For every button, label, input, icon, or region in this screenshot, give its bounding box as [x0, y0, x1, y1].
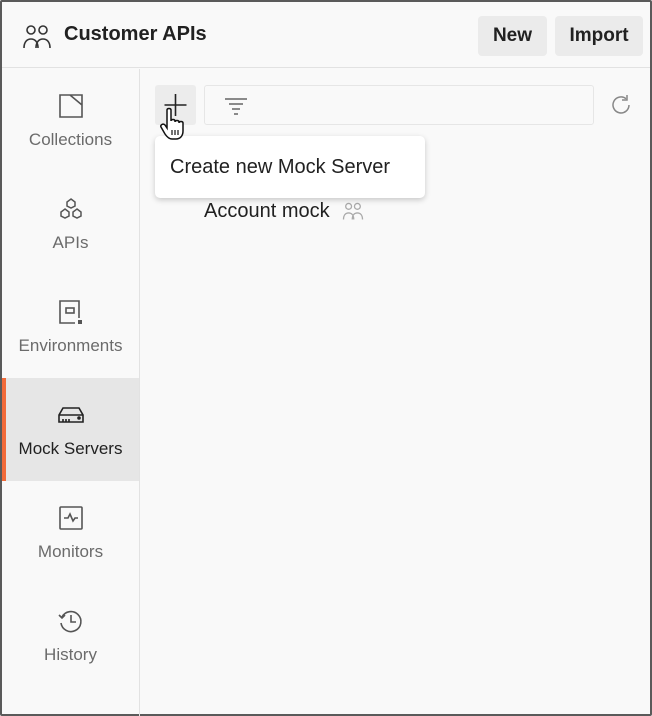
sidebar-item-label: Mock Servers	[18, 438, 123, 458]
sidebar: Collections APIs Environments Mock Serve…	[2, 69, 140, 716]
environments-icon	[58, 299, 82, 324]
team-icon	[342, 202, 363, 220]
hand-cursor-icon	[160, 107, 184, 140]
refresh-icon[interactable]	[609, 93, 633, 117]
sidebar-item-label: History	[44, 644, 97, 664]
sidebar-item-label: Collections	[28, 129, 113, 149]
header: Customer APIs New Import	[2, 2, 650, 68]
mock-servers-panel: Account mock Create new Mock Server	[141, 69, 650, 716]
workspace-title: Customer APIs	[64, 23, 207, 45]
tooltip-text: Create new Mock Server	[170, 155, 391, 178]
monitors-icon	[58, 505, 83, 530]
sidebar-item-history[interactable]: History	[2, 584, 139, 687]
sidebar-item-collections[interactable]: Collections	[2, 69, 139, 172]
app-window: Customer APIs New Import Collections API…	[0, 0, 652, 716]
mock-servers-icon	[57, 406, 84, 423]
sidebar-item-label: Monitors	[37, 541, 104, 561]
sidebar-item-monitors[interactable]: Monitors	[2, 481, 139, 584]
history-icon	[57, 610, 82, 632]
workspace-team-icon	[23, 25, 51, 49]
sidebar-item-environments[interactable]: Environments	[2, 275, 139, 378]
filter-icon	[225, 98, 247, 115]
filter-input[interactable]	[204, 85, 594, 125]
sidebar-item-mock-servers[interactable]: Mock Servers	[2, 378, 139, 481]
mock-server-name: Account mock	[204, 200, 330, 222]
sidebar-item-apis[interactable]: APIs	[2, 172, 139, 275]
tooltip: Create new Mock Server	[155, 136, 425, 198]
new-button[interactable]: New	[478, 16, 547, 56]
sidebar-item-label: Environments	[18, 335, 123, 355]
collections-icon	[58, 93, 83, 118]
apis-icon	[59, 197, 82, 219]
sidebar-item-label: APIs	[52, 232, 89, 252]
list-item-account-mock[interactable]: Account mock	[204, 200, 364, 223]
import-button[interactable]: Import	[555, 16, 643, 56]
